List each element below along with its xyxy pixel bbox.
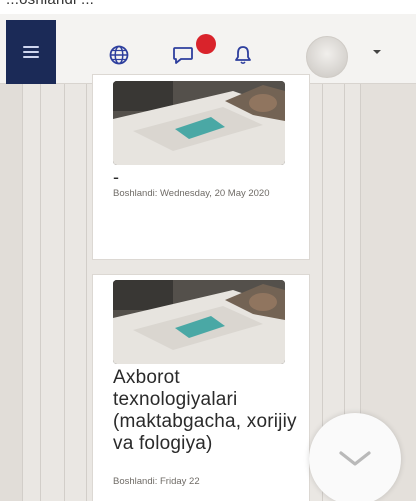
avatar[interactable] <box>306 36 348 78</box>
top-strip: ...oshlandi ... <box>0 0 416 14</box>
left-pane <box>0 84 22 501</box>
hamburger-icon <box>23 46 39 58</box>
bell-icon[interactable] <box>232 44 254 66</box>
chevron-down-icon <box>339 451 371 466</box>
caret-down-icon[interactable] <box>373 48 381 56</box>
divider <box>86 84 87 501</box>
top-strip-text: ...oshlandi ... <box>6 0 94 8</box>
divider <box>22 84 23 501</box>
course-card[interactable]: Axborot texnologiyalari (maktabgacha, xo… <box>92 274 310 501</box>
course-start-date: Boshlandi: Wednesday, 20 May 2020 <box>113 188 270 199</box>
course-card[interactable]: - Boshlandi: Wednesday, 20 May 2020 <box>92 74 310 260</box>
divider <box>40 84 41 501</box>
divider <box>64 84 65 501</box>
course-image <box>113 280 285 364</box>
course-start-date: Boshlandi: Friday 22 <box>113 476 200 487</box>
scroll-down-button[interactable] <box>309 413 401 501</box>
course-image <box>113 81 285 165</box>
screen: ...oshlandi ... <box>0 0 416 501</box>
message-badge <box>196 34 216 54</box>
chat-bubble-icon[interactable] <box>172 44 194 66</box>
globe-icon[interactable] <box>108 44 130 66</box>
course-title[interactable]: Axborot texnologiyalari (maktabgacha, xo… <box>113 367 303 455</box>
menu-button[interactable] <box>6 20 56 84</box>
